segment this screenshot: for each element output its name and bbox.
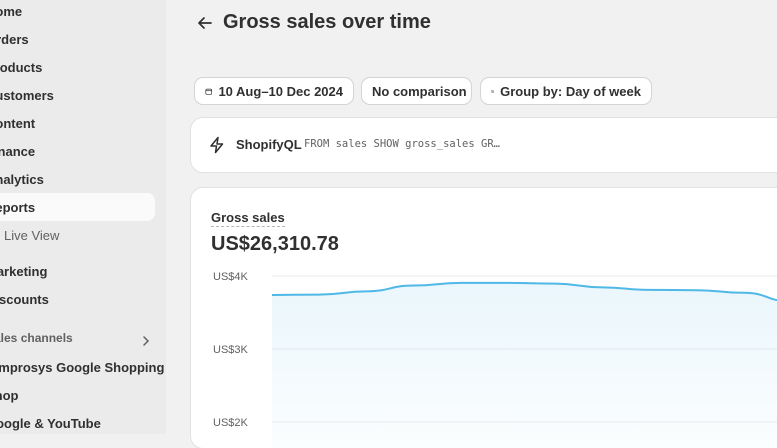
y-tick-label: US$4K	[213, 271, 249, 283]
sidebar-item-products[interactable]: Products	[0, 58, 42, 78]
back-arrow-icon[interactable]	[196, 14, 214, 32]
main-content: Gross sales over time 10 Aug–10 Dec 2024…	[166, 0, 777, 448]
sidebar-item-home[interactable]: Home	[0, 2, 22, 22]
shopifyql-editor[interactable]: ShopifyQL FROM sales SHOW gross_sales GR…	[191, 118, 777, 172]
comparison-label: No comparison	[372, 83, 467, 99]
y-tick-label: US$3K	[213, 344, 249, 356]
sidebar-item-reports[interactable]: Reports	[0, 198, 35, 218]
sales-channels-heading: Sales channels	[0, 331, 73, 345]
sidebar-channel-shop[interactable]: Shop	[0, 386, 19, 406]
sidebar-channel-simprosys-google-shopping[interactable]: Simprosys Google Shopping	[0, 358, 164, 378]
date-range-label: 10 Aug–10 Dec 2024	[218, 83, 343, 99]
sidebar-item-discounts[interactable]: Discounts	[0, 290, 49, 310]
chevron-right-icon[interactable]	[139, 334, 153, 348]
lightning-icon	[210, 136, 224, 154]
shopifyql-label: ShopifyQL	[236, 137, 302, 152]
comparison-button[interactable]: No comparison	[362, 78, 471, 104]
sidebar-item-customers[interactable]: Customers	[0, 86, 54, 106]
sidebar-item-live-view[interactable]: Live View	[4, 226, 59, 246]
sidebar-item-analytics[interactable]: Analytics	[0, 170, 44, 190]
date-range-button[interactable]: 10 Aug–10 Dec 2024	[195, 78, 353, 104]
calendar-clock-icon	[491, 89, 495, 93]
sidebar-item-content[interactable]: Content	[0, 114, 35, 134]
sidebar-item-orders[interactable]: Orders	[0, 30, 29, 50]
shopifyql-query[interactable]: FROM sales SHOW gross_sales GR…	[304, 138, 500, 150]
calendar-icon	[205, 88, 213, 95]
chart-card: Gross sales US$26,310.78 US$4K US$3K US$2K	[191, 188, 777, 448]
sidebar-item-marketing[interactable]: Marketing	[0, 262, 47, 282]
group-by-button[interactable]: Group by: Day of week	[481, 78, 651, 104]
series-area	[272, 282, 777, 448]
gross-sales-chart: US$4K US$3K US$2K	[213, 271, 777, 448]
y-tick-label: US$2K	[213, 417, 249, 429]
sidebar: Home Orders Products Customers Content Financ…	[0, 0, 166, 434]
sidebar-item-finance[interactable]: Finance	[0, 142, 35, 162]
group-by-label: Group by: Day of week	[500, 83, 641, 99]
sidebar-channel-google-youtube[interactable]: Google & YouTube	[0, 414, 101, 434]
page-title: Gross sales over time	[223, 11, 431, 33]
